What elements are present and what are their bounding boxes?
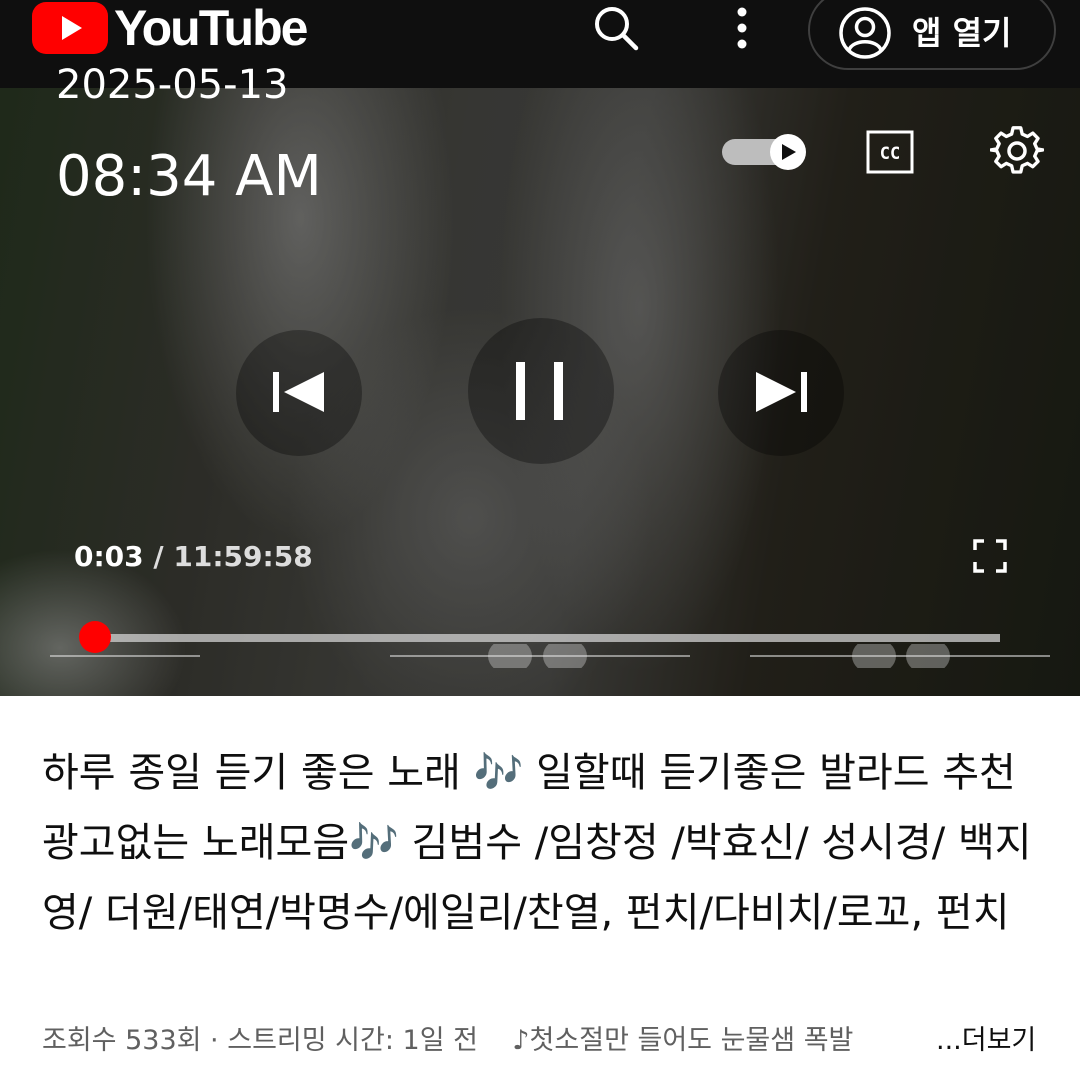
- search-icon: [595, 7, 639, 51]
- open-app-button[interactable]: 앱 열기: [808, 0, 1056, 70]
- cc-icon: CC: [866, 130, 914, 174]
- current-time: 0:03: [74, 540, 144, 573]
- open-app-label: 앱 열기: [912, 14, 1012, 52]
- pause-button[interactable]: [468, 318, 614, 464]
- svg-text:CC: CC: [880, 144, 900, 164]
- views-and-time: 조회수 533회 · 스트리밍 시간: 1일 전: [42, 1025, 478, 1056]
- next-icon: [756, 372, 807, 412]
- time-separator: /: [153, 540, 164, 573]
- fullscreen-button[interactable]: [972, 538, 1008, 574]
- settings-button[interactable]: [989, 124, 1045, 178]
- waveform-preview: [50, 644, 1050, 668]
- previous-icon: [273, 372, 324, 412]
- youtube-logo-icon: [32, 2, 108, 54]
- brand-name: YouTube: [114, 0, 308, 56]
- next-button[interactable]: [718, 330, 844, 456]
- search-button[interactable]: [590, 2, 642, 54]
- more-button[interactable]: ...더보기: [928, 1018, 1037, 1057]
- duration: 11:59:58: [173, 540, 313, 573]
- previous-button[interactable]: [236, 330, 362, 456]
- overlay-date: 2025-05-13: [56, 62, 289, 108]
- captions-button[interactable]: CC: [866, 128, 914, 176]
- progress-track[interactable]: [94, 634, 1000, 642]
- video-player[interactable]: 08:34 AM CC 0:03 / 11:59:58: [0, 88, 1080, 696]
- more-vert-icon: [737, 7, 747, 49]
- account-icon: [839, 7, 891, 59]
- more-options-button[interactable]: [722, 2, 762, 54]
- pause-icon: [516, 362, 563, 420]
- description-preview: ♪첫소절만 들어도 눈물샘 폭발: [512, 1025, 854, 1056]
- youtube-logo[interactable]: YouTube: [32, 0, 308, 56]
- video-meta[interactable]: 조회수 533회 · 스트리밍 시간: 1일 전 ♪첫소절만 들어도 눈물샘 폭…: [42, 1018, 1042, 1057]
- autoplay-toggle-icon: [722, 134, 806, 170]
- autoplay-toggle[interactable]: [722, 134, 808, 170]
- time-display: 0:03 / 11:59:58: [74, 540, 313, 573]
- settings-icon: [989, 126, 1045, 174]
- overlay-time: 08:34 AM: [56, 144, 322, 209]
- fullscreen-icon: [973, 539, 1007, 573]
- video-title[interactable]: 하루 종일 듣기 좋은 노래 🎶 일할때 듣기좋은 발라드 추천 광고없는 노래…: [42, 738, 1042, 948]
